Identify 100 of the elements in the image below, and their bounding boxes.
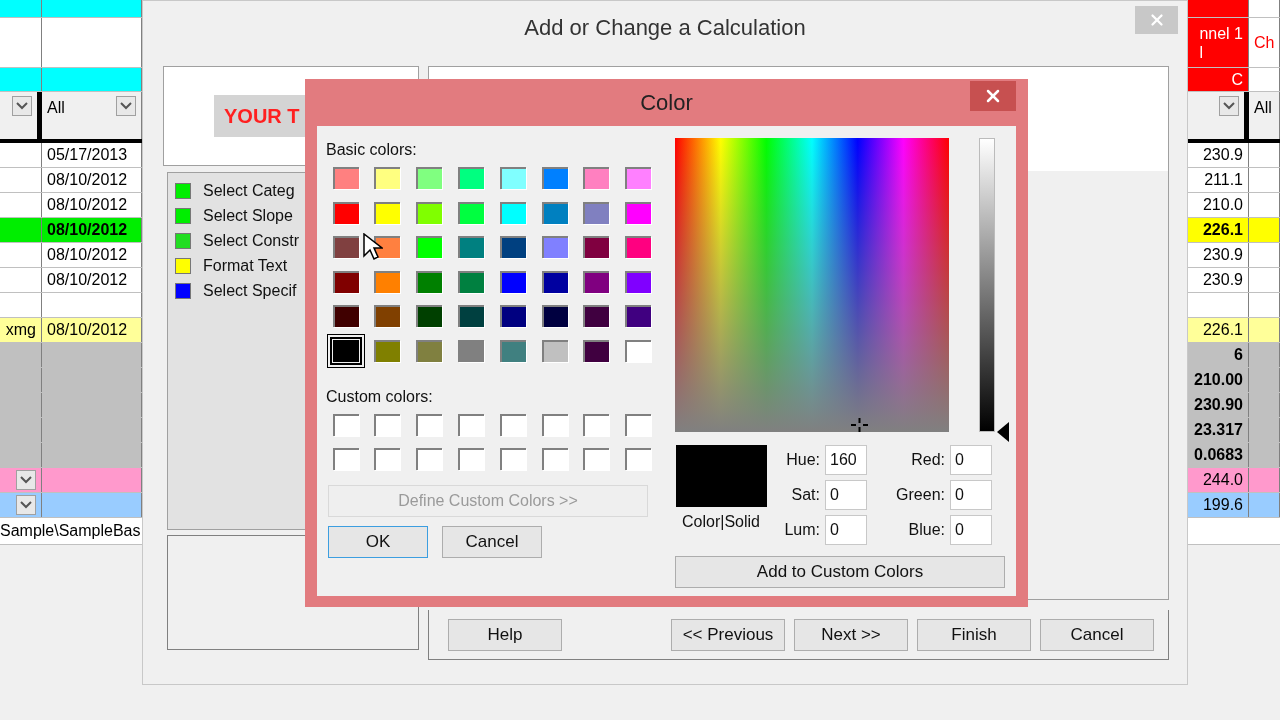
number-field[interactable]: 0	[950, 445, 992, 475]
color-swatch[interactable]	[583, 339, 610, 362]
filter-value: All	[1254, 98, 1273, 118]
color-swatch[interactable]	[499, 167, 526, 189]
color-swatch[interactable]	[499, 270, 526, 293]
color-swatch[interactable]	[541, 339, 568, 362]
color-swatch[interactable]	[583, 236, 610, 258]
color-swatch[interactable]	[583, 305, 610, 327]
color-swatch[interactable]	[625, 201, 652, 224]
color-swatch[interactable]	[625, 236, 652, 258]
cell-text: 08/10/2012	[47, 270, 128, 290]
color-swatch[interactable]	[374, 167, 401, 189]
color-swatch[interactable]	[332, 270, 359, 293]
color-swatch[interactable]	[457, 201, 484, 224]
color-swatch[interactable]	[541, 270, 568, 293]
color-swatch[interactable]	[332, 236, 359, 258]
color-swatch[interactable]	[625, 270, 652, 293]
color-swatch[interactable]	[457, 339, 484, 362]
dropdown-button[interactable]	[16, 495, 36, 515]
color-swatch[interactable]	[499, 448, 526, 470]
color-swatch[interactable]	[457, 413, 484, 436]
field-label: Hue:	[786, 450, 820, 470]
color-swatch[interactable]	[541, 201, 568, 224]
color-swatch[interactable]	[457, 270, 484, 293]
color-spectrum[interactable]	[675, 138, 949, 432]
color-swatch[interactable]	[541, 305, 568, 327]
number-field[interactable]: 0	[825, 515, 867, 545]
step-item[interactable]: Select Slope	[203, 203, 293, 228]
color-swatch[interactable]	[332, 305, 359, 327]
dialog-button[interactable]: Cancel	[442, 526, 542, 558]
dropdown-button[interactable]	[116, 96, 136, 116]
number-field[interactable]: 0	[825, 480, 867, 510]
color-swatch[interactable]	[499, 236, 526, 258]
step-item[interactable]: Format Text	[203, 253, 288, 278]
color-swatch[interactable]	[332, 167, 359, 189]
color-swatch[interactable]	[416, 270, 443, 293]
dropdown-button[interactable]	[16, 470, 36, 490]
dropdown-button[interactable]	[12, 96, 32, 116]
dropdown-button[interactable]	[1219, 96, 1239, 116]
chevron-down-icon	[20, 476, 32, 484]
cell-text: 6	[1234, 345, 1243, 365]
color-swatch[interactable]	[374, 339, 401, 362]
luminance-pointer-icon[interactable]	[997, 422, 1009, 442]
color-swatch[interactable]	[541, 448, 568, 470]
color-swatch[interactable]	[457, 236, 484, 258]
color-swatch[interactable]	[541, 167, 568, 189]
color-swatch[interactable]	[416, 236, 443, 258]
color-swatch[interactable]	[457, 167, 484, 189]
color-swatch[interactable]	[416, 339, 443, 362]
color-swatch[interactable]	[541, 236, 568, 258]
help-button[interactable]: Help	[448, 618, 562, 651]
color-swatch[interactable]	[416, 167, 443, 189]
dialog-button[interactable]: OK	[328, 526, 428, 558]
color-swatch[interactable]	[499, 305, 526, 327]
color-swatch[interactable]	[625, 305, 652, 327]
color-swatch[interactable]	[625, 448, 652, 470]
color-swatch[interactable]	[416, 201, 443, 224]
color-swatch[interactable]	[583, 448, 610, 470]
number-field[interactable]: 0	[950, 480, 992, 510]
step-item[interactable]: Select Constr	[203, 228, 300, 253]
cell-text: 230.90	[1194, 395, 1243, 415]
color-swatch[interactable]	[457, 305, 484, 327]
wizard-button[interactable]: Next >>	[794, 618, 908, 651]
color-swatch[interactable]	[374, 448, 401, 470]
field-label: Green:	[896, 485, 945, 505]
color-swatch[interactable]	[625, 339, 652, 362]
color-swatch[interactable]	[583, 167, 610, 189]
color-swatch[interactable]	[332, 201, 359, 224]
number-field[interactable]: 0	[950, 515, 992, 545]
color-swatch[interactable]	[499, 201, 526, 224]
color-swatch[interactable]	[416, 305, 443, 327]
luminance-bar[interactable]	[979, 138, 995, 432]
color-swatch[interactable]	[541, 413, 568, 436]
number-field[interactable]: 160	[825, 445, 867, 475]
close-button[interactable]	[970, 81, 1016, 111]
color-swatch[interactable]	[625, 413, 652, 436]
crosshair-icon[interactable]	[851, 418, 868, 432]
wizard-button[interactable]: Finish	[917, 618, 1031, 651]
wizard-button[interactable]: Cancel	[1040, 618, 1154, 651]
color-swatch[interactable]	[416, 448, 443, 470]
field-label: Red:	[911, 450, 945, 470]
step-item[interactable]: Select Specif	[203, 278, 297, 303]
color-swatch[interactable]	[583, 270, 610, 293]
add-to-custom-colors-button[interactable]: Add to Custom Colors	[675, 556, 1005, 588]
color-swatch[interactable]	[583, 201, 610, 224]
color-swatch[interactable]	[499, 339, 526, 362]
color-swatch[interactable]	[374, 201, 401, 224]
dialog-title: Color	[640, 89, 693, 117]
color-swatch[interactable]	[499, 413, 526, 436]
color-swatch[interactable]	[374, 305, 401, 327]
step-item[interactable]: Select Categ	[203, 178, 295, 203]
color-swatch[interactable]	[625, 167, 652, 189]
color-swatch[interactable]	[416, 413, 443, 436]
color-swatch[interactable]	[332, 413, 359, 436]
color-swatch[interactable]	[457, 448, 484, 470]
color-swatch[interactable]	[332, 448, 359, 470]
color-swatch[interactable]	[374, 270, 401, 293]
color-swatch[interactable]	[374, 413, 401, 436]
color-swatch[interactable]	[583, 413, 610, 436]
wizard-button[interactable]: << Previous	[671, 618, 785, 651]
